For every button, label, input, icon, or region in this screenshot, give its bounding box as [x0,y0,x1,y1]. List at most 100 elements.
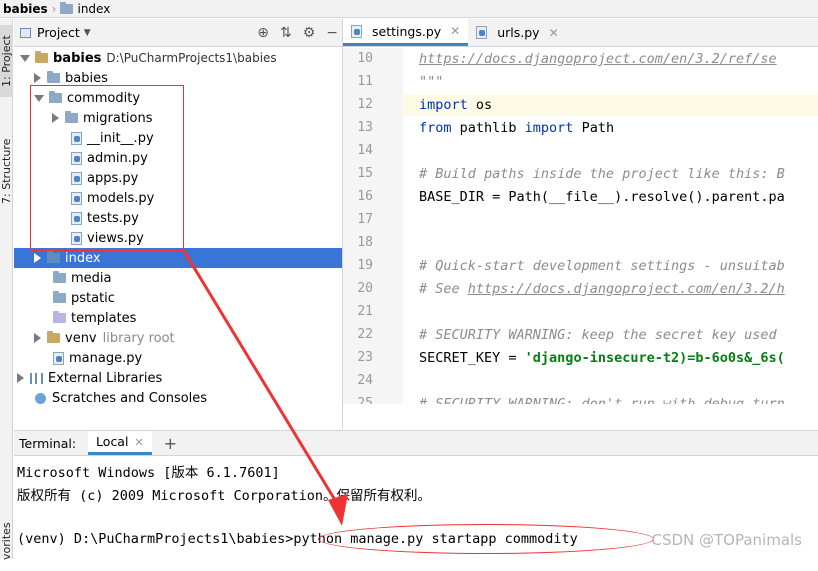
code-keyword: import [419,97,468,113]
gear-icon[interactable]: ⚙ [303,25,316,41]
chevron-down-icon[interactable]: ▼ [84,28,91,38]
tab-urls-py[interactable]: urls.py ✕ [468,19,566,46]
breadcrumb-folder[interactable]: index [77,2,110,16]
tree-item-external-libraries[interactable]: External Libraries [14,368,342,388]
python-file-icon [53,351,64,365]
terminal-tab-label: Local [96,434,129,449]
tree-item-tests-py[interactable]: tests.py [14,208,342,228]
python-file-icon [71,231,82,245]
chevron-right-icon[interactable] [34,333,41,343]
tree-item-models-py[interactable]: models.py [14,188,342,208]
tool-tab-favorites[interactable]: vorites [0,511,13,571]
editor-tabs: settings.py ✕ urls.py ✕ [343,19,818,47]
tree-item-admin-py[interactable]: admin.py [14,148,342,168]
line-number: 24 [357,373,373,388]
code-text: Path [573,120,615,136]
tool-tab-structure[interactable]: 7: Structure [0,131,13,211]
tree-item-templates[interactable]: templates [14,308,342,328]
tab-label: urls.py [497,25,540,40]
tree-item-migrations[interactable]: migrations [14,108,342,128]
project-view-icon [20,27,31,38]
project-panel-header: Project ▼ ⊕ ⇅ ⚙ − [14,19,342,47]
tool-tab-project[interactable]: 1: Project [0,25,13,97]
code-keyword: import [524,120,574,136]
root-path: D:\PuCharmProjects1\babies [106,51,277,65]
code-string: 'django-insecure-t2)=b-6o0s&_6s( [524,350,785,366]
locate-icon[interactable]: ⊕ [257,25,269,41]
tree-item-label: index [65,250,101,266]
project-view-title[interactable]: Project [37,25,80,40]
library-root-note: library root [102,330,175,346]
tree-item-commodity[interactable]: commodity [14,88,342,108]
python-file-icon [351,24,362,38]
code-line: BASE_DIR = Path(__file__).resolve().pare… [419,189,785,205]
terminal-tab-local[interactable]: Local ✕ [88,431,152,455]
tree-item-label: External Libraries [48,370,163,386]
chevron-right-icon[interactable] [34,73,41,83]
line-number: 15 [357,166,373,181]
tree-item-label: models.py [87,190,155,206]
tree-item-media[interactable]: media [14,268,342,288]
chevron-down-icon[interactable] [34,94,44,102]
hide-icon[interactable]: − [326,25,338,41]
folder-icon [47,71,60,83]
line-number: 16 [357,189,373,204]
tree-item-init-py[interactable]: __init__.py [14,128,342,148]
line-number: 20 [357,281,373,296]
tree-item-babies[interactable]: babies [14,68,342,88]
tree-item-venv[interactable]: venv library root [14,328,342,348]
close-icon[interactable]: ✕ [549,26,559,40]
code-text: pathlib [451,120,525,136]
close-icon[interactable]: ✕ [450,24,460,38]
chevron-right-icon[interactable] [52,113,59,123]
code-line: # Quick-start development settings - uns… [419,258,785,274]
folder-icon [53,291,66,303]
folder-icon [53,271,66,283]
terminal-command-line: (venv) D:\PuCharmProjects1\babies>python… [17,531,578,547]
code-line: from pathlib import Path [419,120,614,136]
code-line: import os [419,97,492,113]
tab-settings-py[interactable]: settings.py ✕ [343,19,469,46]
python-file-icon [71,151,82,165]
line-number: 12 [357,97,373,112]
code-line: # Build paths inside the project like th… [419,166,785,182]
code-line: # See https://docs.djangoproject.com/en/… [419,281,785,297]
tree-item-label: migrations [83,110,153,126]
folder-icon [65,111,78,123]
folder-icon [60,1,74,14]
tree-item-index[interactable]: index [14,248,342,268]
tree-item-label: commodity [67,90,141,106]
code-text: os [467,97,493,113]
python-file-icon [71,131,82,145]
chevron-right-icon[interactable] [17,373,24,383]
breadcrumb-project[interactable]: babies [0,2,48,16]
tree-item-label: media [71,270,112,286]
terminal-line: Microsoft Windows [版本 6.1.7601] [17,465,280,481]
code-line: """ [419,74,444,90]
code-line: # SECURITY WARNING: don't run with debug… [419,396,785,404]
root-name: babies [53,50,102,66]
tree-item-apps-py[interactable]: apps.py [14,168,342,188]
terminal-label: Terminal: [19,435,77,451]
collapse-all-icon[interactable]: ⇅ [280,25,292,41]
tree-item-label: babies [65,70,108,86]
close-icon[interactable]: ✕ [134,436,143,449]
navigation-bar: babies › index [0,0,818,18]
line-number: 18 [357,235,373,250]
chevron-right-icon[interactable] [34,253,41,263]
code-line: https://docs.djangoproject.com/en/3.2/re… [419,51,777,67]
breadcrumb-separator: › [51,1,57,16]
tree-item-manage-py[interactable]: manage.py [14,348,342,368]
new-terminal-button[interactable]: + [164,434,177,453]
code-link[interactable]: https://docs.djangoproject.com/en/3.2/h [468,281,785,297]
chevron-down-icon[interactable] [20,54,30,62]
terminal-line: 版权所有 (c) 2009 Microsoft Corporation。保留所有… [17,488,431,504]
tree-item-scratches[interactable]: Scratches and Consoles [14,388,342,408]
tree-item-views-py[interactable]: views.py [14,228,342,248]
line-number: 23 [357,350,373,365]
folder-icon [47,251,60,263]
tree-item-pstatic[interactable]: pstatic [14,288,342,308]
tree-root[interactable]: babies D:\PuCharmProjects1\babies [14,48,342,68]
project-tree: babies D:\PuCharmProjects1\babies babies… [14,48,342,428]
code-text: SECRET_KEY = [419,350,525,366]
